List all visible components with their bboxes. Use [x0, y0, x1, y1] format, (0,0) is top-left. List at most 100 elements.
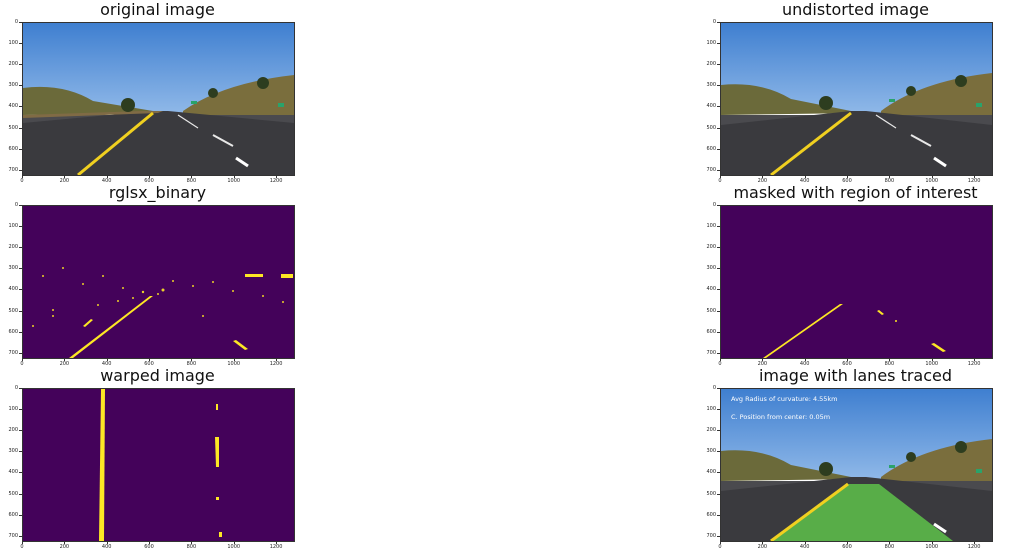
x-tick-label: 400 [799, 178, 810, 184]
center-position-readout: C. Position from center: 0.05m [731, 413, 831, 421]
y-tick-mark [19, 22, 22, 23]
y-tick-mark [19, 331, 22, 333]
y-tick-label: 300 [706, 448, 716, 455]
y-tick-mark [717, 22, 720, 23]
y-tick-mark [717, 226, 720, 228]
y-tick-mark [717, 430, 720, 432]
y-tick-label: 300 [8, 82, 18, 89]
y-tick-mark [717, 169, 720, 171]
panel-title: rglsx_binary [108, 183, 207, 202]
y-tick-mark [19, 43, 22, 45]
warped-image [22, 388, 295, 542]
y-tick-label: 500 [8, 490, 18, 497]
y-tick-mark [19, 451, 22, 453]
y-tick-label: 600 [706, 145, 716, 152]
x-tick-label: 400 [799, 544, 810, 550]
y-tick-mark [19, 127, 22, 129]
y-tick-mark [19, 430, 22, 432]
y-tick-mark [19, 289, 22, 291]
y-tick-mark [19, 493, 22, 495]
y-tick-label: 600 [8, 328, 18, 335]
y-tick-mark [19, 169, 22, 171]
y-tick-mark [717, 205, 720, 206]
x-tick-label: 400 [101, 544, 112, 550]
y-tick-label: 0 [14, 385, 18, 391]
y-tick-mark [19, 226, 22, 228]
x-tick-label: 200 [757, 544, 768, 550]
y-tick-mark [717, 64, 720, 66]
panel-title: original image [100, 0, 215, 19]
y-tick-mark [717, 409, 720, 411]
x-tick-label: 600 [144, 178, 154, 184]
traced-photo: Avg Radius of curvature: 4.55km C. Posit… [720, 388, 993, 542]
y-tick-mark [19, 388, 22, 389]
x-tick-label: 600 [144, 361, 154, 367]
x-tick-label: 800 [186, 178, 197, 184]
x-tick-label: 800 [884, 361, 895, 367]
x-tick-label: 1000 [925, 178, 939, 184]
x-tick-label: 0 [20, 361, 24, 367]
x-tick-label: 0 [20, 178, 24, 184]
x-tick-label: 400 [101, 178, 112, 184]
y-tick-mark [717, 535, 720, 537]
x-tick-label: 1200 [967, 178, 981, 184]
y-tick-label: 200 [706, 427, 716, 434]
x-tick-label: 1000 [227, 178, 241, 184]
y-tick-mark [19, 352, 22, 354]
y-tick-label: 400 [8, 286, 18, 293]
x-tick-label: 1000 [227, 361, 241, 367]
x-tick-label: 200 [59, 544, 70, 550]
y-tick-mark [717, 268, 720, 270]
x-tick-label: 1200 [967, 361, 981, 367]
y-tick-mark [19, 148, 22, 150]
y-tick-mark [19, 106, 22, 108]
y-tick-label: 100 [706, 406, 716, 413]
y-tick-mark [717, 493, 720, 495]
panel-warped: warped image [22, 366, 295, 542]
y-tick-mark [19, 247, 22, 249]
y-tick-mark [717, 451, 720, 453]
y-tick-mark [717, 247, 720, 249]
binary-image [22, 205, 295, 359]
x-tick-label: 200 [59, 178, 70, 184]
y-tick-mark [717, 514, 720, 516]
y-tick-label: 600 [706, 328, 716, 335]
panel-traced: image with lanes traced Avg Radius of cu… [720, 366, 993, 542]
x-tick-label: 1000 [925, 361, 939, 367]
y-tick-mark [19, 472, 22, 474]
y-tick-mark [19, 205, 22, 206]
y-tick-label: 400 [8, 469, 18, 476]
y-tick-label: 700 [706, 166, 716, 173]
y-tick-mark [19, 268, 22, 270]
x-tick-label: 0 [718, 544, 722, 550]
panel-title: image with lanes traced [758, 366, 953, 385]
x-tick-label: 600 [842, 361, 852, 367]
y-tick-label: 700 [8, 166, 18, 173]
x-tick-label: 200 [757, 361, 768, 367]
y-tick-label: 0 [14, 19, 18, 25]
x-tick-label: 0 [718, 178, 722, 184]
y-tick-label: 200 [8, 244, 18, 251]
x-tick-label: 200 [59, 361, 70, 367]
y-tick-mark [19, 514, 22, 516]
y-tick-label: 400 [706, 286, 716, 293]
y-tick-mark [717, 85, 720, 87]
x-tick-label: 200 [757, 178, 768, 184]
y-tick-mark [717, 148, 720, 150]
y-tick-label: 500 [706, 307, 716, 314]
y-tick-mark [717, 289, 720, 291]
y-tick-label: 300 [706, 265, 716, 272]
x-tick-label: 800 [884, 544, 895, 550]
panel-title: warped image [100, 366, 215, 385]
y-tick-label: 700 [8, 349, 18, 356]
y-tick-label: 500 [706, 124, 716, 131]
x-tick-label: 400 [799, 361, 810, 367]
y-tick-mark [19, 64, 22, 66]
y-tick-label: 600 [8, 511, 18, 518]
x-tick-label: 800 [884, 178, 895, 184]
y-tick-label: 100 [706, 40, 716, 47]
y-tick-mark [19, 409, 22, 411]
panel-original-image: original image [22, 0, 295, 176]
y-tick-label: 200 [706, 244, 716, 251]
panel-masked: masked with region of interest [720, 183, 993, 359]
